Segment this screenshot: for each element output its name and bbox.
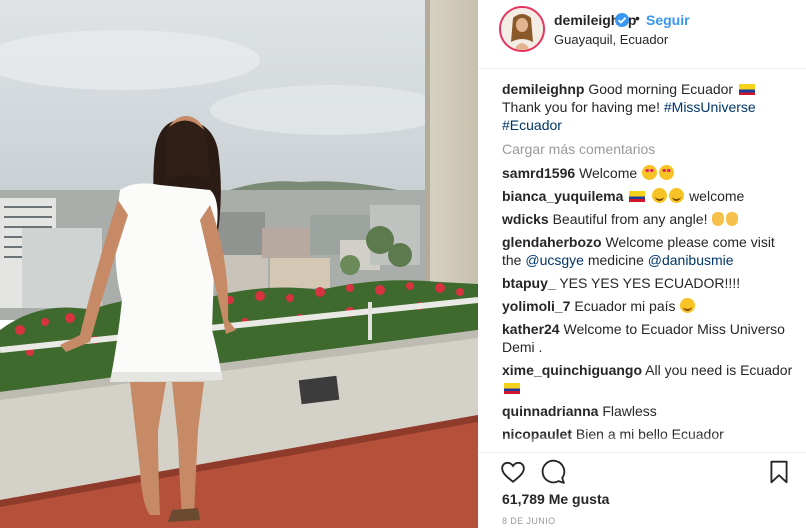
comment: yolimoli_7 Ecuador mi país — [502, 297, 798, 315]
comment: wdicks Beautiful from any angle! — [502, 210, 798, 228]
likes-count[interactable]: 61,789 Me gusta — [502, 491, 609, 507]
comment-text: welcome — [689, 188, 745, 204]
header-separator: • — [635, 10, 640, 26]
caption-text: Good morning Ecuador — [588, 81, 734, 97]
bookmark-icon[interactable] — [766, 459, 792, 485]
comment: glendaherbozo Welcome please come visit … — [502, 233, 798, 269]
clap-emoji-icon — [726, 212, 739, 226]
photo-illustration — [0, 0, 478, 528]
mention-link[interactable]: @ucsgye — [525, 252, 584, 268]
hashtag-link[interactable]: #Ecuador — [502, 117, 562, 133]
smile-emoji-icon — [669, 188, 685, 203]
comment-username[interactable]: quinnadrianna — [502, 403, 598, 419]
comment-username[interactable]: bianca_yuquilema — [502, 188, 623, 204]
comment: samrd1596 Welcome — [502, 164, 798, 182]
verified-badge-icon — [615, 13, 629, 27]
ecuador-flag-icon — [629, 191, 646, 202]
smile-emoji-icon — [680, 298, 696, 313]
comment-username[interactable]: xime_quinchiguango — [502, 362, 642, 378]
comment: btapuy_ YES YES YES ECUADOR!!!! — [502, 274, 798, 292]
smile-emoji-icon — [652, 188, 668, 203]
heart-eyes-emoji-icon — [642, 165, 658, 180]
comment-text: Beautiful from any angle! — [552, 211, 708, 227]
comment-bubble-icon[interactable] — [540, 459, 566, 485]
comment: kather24 Welcome to Ecuador Miss Univers… — [502, 320, 798, 356]
hashtag-link[interactable]: #MissUniverse — [664, 99, 756, 115]
comment-username[interactable]: yolimoli_7 — [502, 298, 570, 314]
avatar-image — [501, 8, 543, 50]
comment: xime_quinchiguango All you need is Ecuad… — [502, 361, 798, 397]
caption-text-2: Thank you for having me! — [502, 99, 660, 115]
comment-username[interactable]: kather24 — [502, 321, 560, 337]
caption-username[interactable]: demileighnp — [502, 81, 584, 97]
comment-text: Flawless — [602, 403, 657, 419]
comment-text: medicine — [587, 252, 644, 268]
post-actions: 61,789 Me gusta 8 DE JUNIO — [478, 452, 806, 529]
post-header: demileighnp • Seguir Guayaquil, Ecuador — [478, 0, 806, 69]
post-photo[interactable] — [0, 0, 478, 528]
location-link[interactable]: Guayaquil, Ecuador — [554, 32, 668, 47]
comments-list[interactable]: demileighnp Good morning Ecuador Thank y… — [502, 80, 798, 448]
post-sidebar: demileighnp • Seguir Guayaquil, Ecuador … — [478, 0, 806, 528]
load-more-comments-button[interactable]: Cargar más comentarios — [502, 140, 798, 158]
ok-hand-emoji-icon — [712, 212, 725, 226]
comment: quinnadrianna Flawless — [502, 402, 798, 420]
ecuador-flag-icon — [739, 84, 755, 95]
follow-button[interactable]: Seguir — [646, 12, 690, 28]
heart-eyes-emoji-icon — [659, 165, 675, 180]
comment: bianca_yuquilema welcome — [502, 187, 798, 205]
post-date: 8 DE JUNIO — [502, 516, 556, 526]
comment-username[interactable]: wdicks — [502, 211, 549, 227]
caption: demileighnp Good morning Ecuador Thank y… — [502, 80, 798, 134]
comment-text: YES YES YES ECUADOR!!!! — [559, 275, 741, 291]
comment-text: Ecuador mi país — [574, 298, 676, 314]
comments-fade — [502, 434, 798, 448]
comment-username[interactable]: btapuy_ — [502, 275, 556, 291]
comment-username[interactable]: glendaherbozo — [502, 234, 602, 250]
heart-outline-icon[interactable] — [500, 459, 526, 485]
mention-link[interactable]: @danibusmie — [648, 252, 734, 268]
comment-text: Welcome — [579, 165, 638, 181]
instagram-post: demileighnp • Seguir Guayaquil, Ecuador … — [0, 0, 806, 528]
comment-text: All you need is Ecuador — [645, 362, 793, 378]
comment-username[interactable]: samrd1596 — [502, 165, 575, 181]
avatar[interactable] — [499, 6, 545, 52]
ecuador-flag-icon — [504, 383, 520, 394]
